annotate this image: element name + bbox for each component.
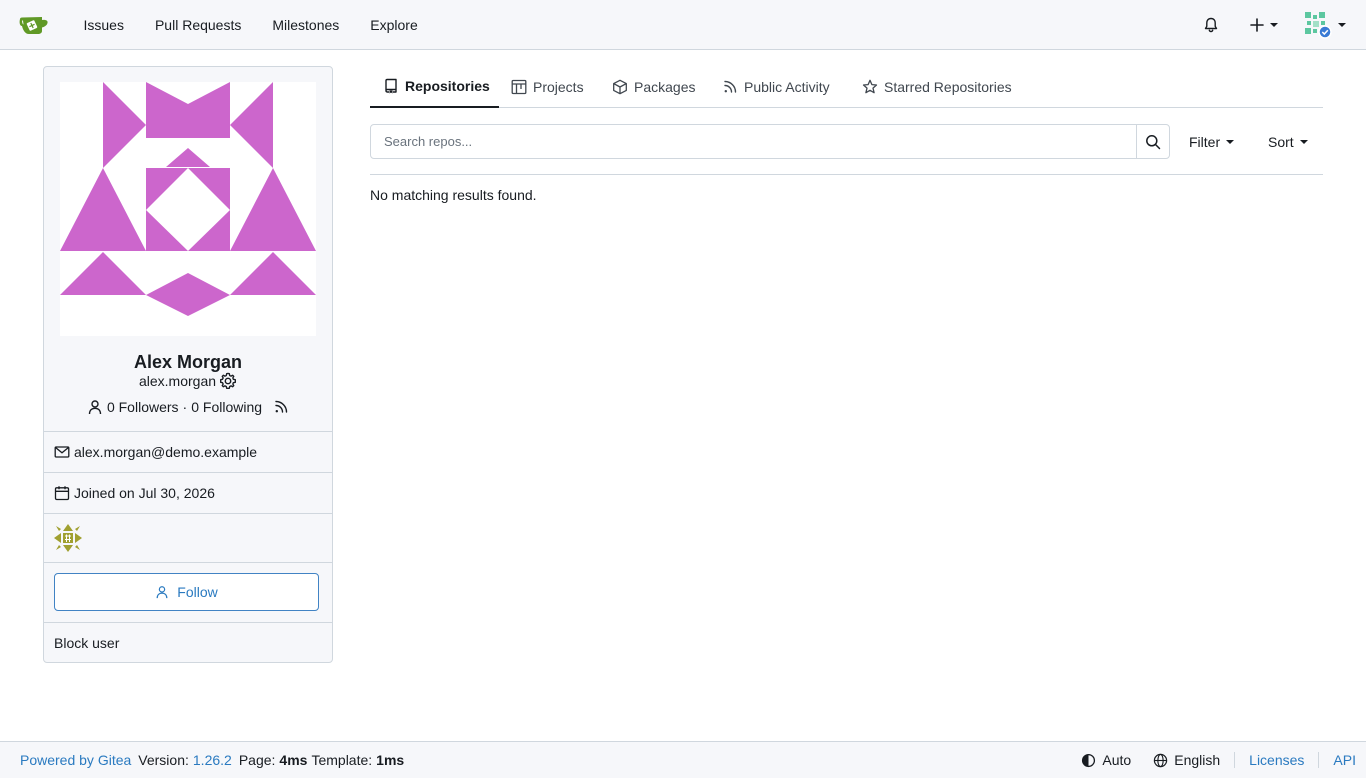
profile-tabs: Repositories Projects Packages Public Ac…	[370, 66, 1323, 108]
tab-projects[interactable]: Projects	[511, 66, 584, 108]
plus-icon	[1250, 18, 1264, 32]
follow-button-label: Follow	[177, 584, 218, 600]
version-link[interactable]: 1.26.2	[193, 752, 232, 768]
block-user-button[interactable]: Block user	[44, 622, 332, 662]
template-time-value: 1ms	[376, 752, 405, 768]
sort-label: Sort	[1268, 133, 1294, 150]
tab-starred-label: Starred Repositories	[884, 79, 1012, 95]
repo-search-box	[370, 124, 1170, 159]
language-selector[interactable]: English	[1153, 752, 1220, 768]
calendar-icon	[54, 486, 70, 501]
licenses-link[interactable]: Licenses	[1249, 752, 1304, 768]
follow-separator: ·	[182, 399, 188, 415]
template-time-label: Template:	[311, 752, 373, 768]
tab-packages-label: Packages	[634, 79, 696, 95]
follow-button[interactable]: Follow	[54, 573, 319, 611]
nav-issues[interactable]: Issues	[68, 0, 139, 50]
powered-by-link[interactable]: Powered by Gitea	[20, 752, 131, 768]
profile-email[interactable]: alex.morgan@demo.example	[74, 444, 257, 460]
profile-card: Alex Morgan alex.morgan 0 Followers · 0 …	[43, 66, 333, 663]
profile-email-row: alex.morgan@demo.example	[44, 431, 332, 472]
tab-starred-repositories[interactable]: Starred Repositories	[862, 66, 1012, 108]
filter-label: Filter	[1189, 133, 1221, 150]
following-link[interactable]: 0 Following	[191, 399, 262, 415]
rss-icon[interactable]	[273, 399, 289, 415]
profile-full-name: Alex Morgan	[133, 352, 243, 372]
chevron-down-icon	[1299, 139, 1308, 144]
organization-avatar[interactable]	[54, 524, 82, 552]
filter-dropdown[interactable]: Filter	[1189, 124, 1235, 159]
project-icon	[511, 79, 527, 95]
block-user-label: Block user	[54, 635, 120, 651]
globe-icon	[1154, 753, 1168, 767]
profile-username-row: alex.morgan	[44, 372, 332, 390]
person-icon	[88, 400, 102, 415]
top-navbar: Issues Pull Requests Milestones Explore	[0, 0, 1366, 50]
page-time-label: Page:	[238, 752, 276, 768]
tab-projects-label: Projects	[533, 79, 584, 95]
page-footer: Powered by Gitea Version: 1.26.2 Page: 4…	[0, 741, 1366, 778]
navbar-right-menu	[1203, 0, 1366, 50]
tab-public-activity[interactable]: Public Activity	[722, 66, 830, 108]
repo-search-input[interactable]	[371, 125, 1136, 158]
profile-joined-date: Joined on Jul 30, 2026	[74, 485, 215, 501]
user-avatar-icon	[1305, 12, 1332, 39]
profile-username: alex.morgan	[138, 373, 217, 389]
rss-icon	[724, 80, 737, 93]
gitea-logo-icon	[19, 16, 48, 34]
results-divider	[370, 174, 1323, 175]
footer-right: Auto English Licenses API	[1081, 742, 1366, 778]
profile-follow-stats: 0 Followers · 0 Following	[44, 399, 332, 415]
mail-icon	[54, 446, 70, 458]
search-icon	[1146, 134, 1161, 149]
nav-explore[interactable]: Explore	[355, 0, 433, 50]
language-label: English	[1174, 752, 1221, 768]
notifications-button[interactable]	[1203, 0, 1219, 50]
gear-icon[interactable]	[219, 372, 237, 390]
footer-divider	[1318, 752, 1320, 768]
package-icon	[613, 79, 627, 95]
chevron-down-icon	[1338, 23, 1346, 27]
theme-selector[interactable]: Auto	[1081, 752, 1131, 768]
create-new-menu[interactable]	[1250, 0, 1278, 50]
nav-pull-requests[interactable]: Pull Requests	[139, 0, 256, 50]
search-button[interactable]	[1136, 125, 1169, 158]
repo-icon	[385, 78, 397, 94]
chevron-down-icon	[1226, 139, 1235, 144]
page-time-value: 4ms	[279, 752, 308, 768]
chevron-down-icon	[1270, 23, 1278, 27]
theme-label: Auto	[1102, 752, 1132, 768]
avatar	[60, 82, 316, 336]
identicon-avatar	[60, 82, 316, 316]
footer-left: Powered by Gitea Version: 1.26.2 Page: 4…	[20, 752, 404, 768]
theme-icon	[1082, 753, 1096, 767]
bell-icon	[1204, 17, 1218, 33]
footer-divider	[1234, 752, 1236, 768]
profile-joined-row: Joined on Jul 30, 2026	[44, 472, 332, 513]
person-icon	[156, 586, 168, 599]
followers-link[interactable]: 0 Followers	[107, 399, 179, 415]
version-label: Version:	[138, 752, 189, 768]
nav-milestones[interactable]: Milestones	[257, 0, 355, 50]
user-menu[interactable]	[1304, 0, 1346, 50]
gitea-logo[interactable]	[0, 0, 68, 50]
sort-dropdown[interactable]: Sort	[1268, 124, 1308, 159]
api-link[interactable]: API	[1333, 752, 1356, 768]
tab-packages[interactable]: Packages	[612, 66, 695, 108]
profile-orgs-row	[44, 513, 332, 562]
tab-public-activity-label: Public Activity	[744, 79, 830, 95]
tab-repositories-label: Repositories	[405, 78, 490, 94]
star-icon	[862, 79, 878, 94]
tab-repositories[interactable]: Repositories	[370, 66, 499, 108]
empty-results-message: No matching results found.	[370, 187, 537, 203]
